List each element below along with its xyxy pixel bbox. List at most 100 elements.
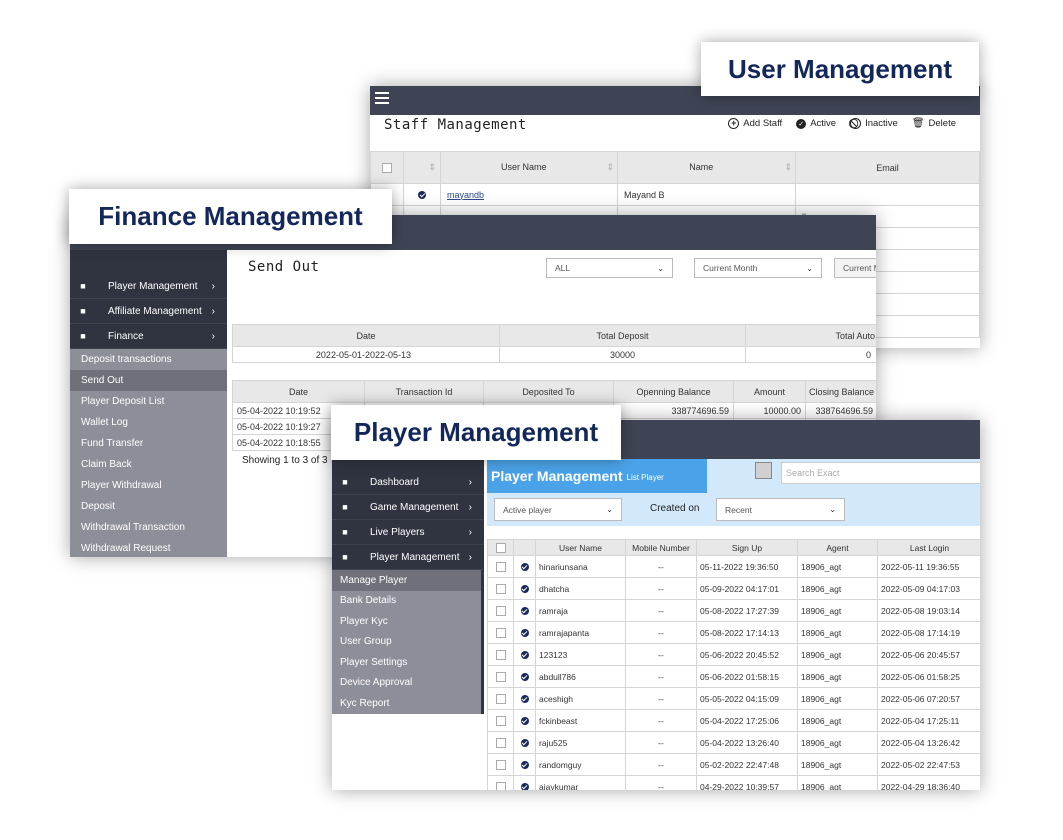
sidebar-item[interactable]: ■ Player Management ›	[332, 545, 484, 570]
row-select-cell[interactable]	[487, 753, 514, 776]
row-select-cell[interactable]	[487, 687, 514, 710]
chevron-right-icon: ›	[468, 501, 472, 513]
username-cell[interactable]: aceshigh	[535, 687, 626, 710]
period-filter-select-2[interactable]: Current M	[834, 258, 876, 278]
row-checkbox[interactable]	[495, 671, 506, 682]
username-cell[interactable]: raju525	[535, 731, 626, 754]
submenu-item[interactable]: Wallet Log	[70, 412, 227, 433]
table-row[interactable]: ajaykumar -- 04-29-2022 10:39:57 18906_agt 2…	[487, 775, 980, 790]
col-agent[interactable]: Agent	[797, 539, 878, 556]
row-select-cell[interactable]	[487, 731, 514, 754]
sidebar-item[interactable]: ■ Affiliate Management ›	[70, 299, 227, 324]
row-checkbox[interactable]	[495, 737, 506, 748]
submenu-item[interactable]: Manage Player	[332, 570, 481, 591]
row-checkbox[interactable]	[495, 649, 506, 660]
exact-search-toggle[interactable]	[755, 462, 772, 479]
select-all-checkbox[interactable]	[382, 162, 392, 173]
row-checkbox[interactable]	[495, 561, 506, 572]
type-filter-select[interactable]: ALL ⌄	[546, 258, 673, 278]
active-button[interactable]: ✓ Active	[796, 118, 836, 129]
username-cell[interactable]: fckinbeast	[535, 709, 626, 732]
period-filter-select[interactable]: Current Month ⌄	[694, 258, 822, 278]
table-row[interactable]: fckinbeast -- 05-04-2022 17:25:06 18906_agt…	[487, 709, 980, 732]
col-email[interactable]: Email	[795, 151, 980, 184]
row-checkbox[interactable]	[495, 605, 506, 616]
created-on-select[interactable]: Recent ⌄	[716, 498, 845, 521]
username-link[interactable]: mayandb	[447, 190, 484, 200]
select-all-column[interactable]	[487, 539, 514, 556]
table-row[interactable]: 123123 -- 05-06-2022 20:45:52 18906_agt 2022…	[487, 643, 980, 666]
row-checkbox[interactable]	[495, 781, 506, 790]
select-all-checkbox[interactable]	[495, 542, 506, 553]
row-select-cell[interactable]	[487, 555, 514, 578]
select-all-column[interactable]	[370, 151, 404, 184]
row-checkbox[interactable]	[495, 693, 506, 704]
status-filter-select[interactable]: Active player ⌄	[494, 498, 622, 521]
col-signup[interactable]: Sign Up	[696, 539, 798, 556]
check-circle-icon	[520, 761, 529, 770]
row-select-cell[interactable]	[487, 577, 514, 600]
add-staff-button[interactable]: + Add Staff	[728, 118, 782, 129]
menu-icon[interactable]	[375, 92, 389, 104]
submenu-item[interactable]: Deposit transactions	[70, 349, 227, 370]
submenu-item[interactable]: Bank Details	[332, 591, 481, 612]
col-name[interactable]: Name ⇕	[617, 151, 796, 184]
row-select-cell[interactable]	[487, 621, 514, 644]
sidebar-item[interactable]: ■ Player Management ›	[70, 274, 227, 299]
col-last-login[interactable]: Last Login	[877, 539, 980, 556]
username-cell[interactable]: abdull786	[535, 665, 626, 688]
col-tx-date: Date	[232, 380, 365, 403]
row-select-cell[interactable]	[487, 775, 514, 790]
delete-button[interactable]: 🗑 Delete	[912, 118, 956, 129]
sort-column[interactable]: ⇕	[403, 151, 441, 184]
table-row[interactable]: raju525 -- 05-04-2022 13:26:40 18906_agt 202…	[487, 731, 980, 754]
username-cell[interactable]: ajaykumar	[535, 775, 626, 790]
table-row[interactable]: aceshigh -- 05-05-2022 04:15:09 18906_agt 20…	[487, 687, 980, 710]
sidebar-item[interactable]: ■ Live Players ›	[332, 520, 484, 545]
submenu-item[interactable]: Device Approval	[332, 673, 481, 694]
submenu-item[interactable]: Player Settings	[332, 652, 481, 673]
username-cell[interactable]: ramrajapanta	[535, 621, 626, 644]
table-row[interactable]: mayandb Mayand B	[370, 183, 980, 206]
row-checkbox[interactable]	[495, 627, 506, 638]
table-row[interactable]: dhatcha -- 05-09-2022 04:17:01 18906_agt 202…	[487, 577, 980, 600]
sidebar-item[interactable]: ■ Dashboard ›	[332, 470, 484, 495]
col-mobile[interactable]: Mobile Number	[625, 539, 697, 556]
row-checkbox[interactable]	[495, 759, 506, 770]
submenu-item[interactable]: Deposit	[70, 496, 227, 517]
col-username[interactable]: User Name	[535, 539, 626, 556]
username-cell[interactable]: ramraja	[535, 599, 626, 622]
row-select-cell[interactable]	[487, 709, 514, 732]
search-input[interactable]: Search Exact	[781, 462, 980, 484]
row-select-cell[interactable]	[487, 665, 514, 688]
submenu-item[interactable]: Player Kyc	[332, 611, 481, 632]
username-cell[interactable]: mayandb	[440, 183, 618, 206]
submenu-item[interactable]: Withdrawal Request	[70, 538, 227, 557]
submenu-item[interactable]: Send Out	[70, 370, 227, 391]
sidebar-item[interactable]: ■ Finance ›	[70, 324, 227, 349]
table-row[interactable]: ramraja -- 05-08-2022 17:27:39 18906_agt 202…	[487, 599, 980, 622]
table-row[interactable]: hinariunsana -- 05-11-2022 19:36:50 18906_a…	[487, 555, 980, 578]
table-row[interactable]: ramrajapanta -- 05-08-2022 17:14:13 18906_a…	[487, 621, 980, 644]
username-cell[interactable]: randomguy	[535, 753, 626, 776]
submenu-item[interactable]: User Group	[332, 632, 481, 653]
table-row[interactable]: randomguy -- 05-02-2022 22:47:48 18906_agt 2…	[487, 753, 980, 776]
submenu-item[interactable]: Player Deposit List	[70, 391, 227, 412]
inactive-button[interactable]: ⃠Inactive	[850, 118, 898, 129]
row-select-cell[interactable]	[487, 643, 514, 666]
username-cell[interactable]: hinariunsana	[535, 555, 626, 578]
row-checkbox[interactable]	[495, 583, 506, 594]
submenu-item[interactable]: Claim Back	[70, 454, 227, 475]
submenu-item[interactable]: Withdrawal Transaction	[70, 517, 227, 538]
submenu-item[interactable]: Fund Transfer	[70, 433, 227, 454]
username-cell[interactable]: dhatcha	[535, 577, 626, 600]
col-username[interactable]: User Name ⇕	[440, 151, 618, 184]
username-cell[interactable]: 123123	[535, 643, 626, 666]
submenu-item[interactable]: Player Withdrawal	[70, 475, 227, 496]
sidebar-item[interactable]: ■ Game Management ›	[332, 495, 484, 520]
submenu-item[interactable]: Kyc Report	[332, 693, 481, 714]
row-checkbox[interactable]	[495, 715, 506, 726]
row-select-cell[interactable]	[487, 599, 514, 622]
chevron-down-icon: ⌄	[657, 263, 664, 273]
table-row[interactable]: abdull786 -- 05-06-2022 01:58:15 18906_agt 2…	[487, 665, 980, 688]
